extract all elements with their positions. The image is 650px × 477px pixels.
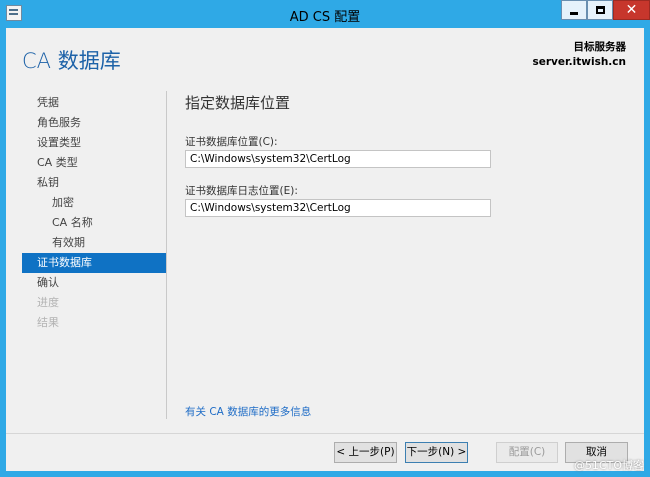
back-button[interactable]: < 上一步(P) (334, 442, 397, 463)
ad-cs-config-window: AD CS 配置 ✕ CA 数据库 目标服务器 server.itwish.cn… (0, 0, 650, 477)
log-location-input[interactable]: C:\Windows\system32\CertLog (185, 199, 491, 217)
minimize-button[interactable] (561, 0, 587, 20)
nav-item-ca-type[interactable]: CA 类型 (22, 153, 166, 173)
nav-item-setup-type[interactable]: 设置类型 (22, 133, 166, 153)
footer-divider (6, 433, 644, 434)
nav-divider (166, 91, 167, 419)
nav-item-certificate-database[interactable]: 证书数据库 (22, 253, 166, 273)
nav-item-credentials[interactable]: 凭据 (22, 93, 166, 113)
nav-item-progress: 进度 (37, 296, 59, 309)
maximize-icon (595, 6, 605, 14)
database-location-input[interactable]: C:\Windows\system32\CertLog (185, 150, 491, 168)
target-server-name: server.itwish.cn (532, 56, 626, 68)
nav-item-confirmation[interactable]: 确认 (22, 273, 166, 293)
page-title: CA 数据库 (22, 49, 121, 73)
more-info-link[interactable]: 有关 CA 数据库的更多信息 (185, 404, 311, 419)
nav-item-validity-period[interactable]: 有效期 (22, 233, 166, 253)
nav-item-role-services[interactable]: 角色服务 (22, 113, 166, 133)
nav-item-cryptography[interactable]: 加密 (22, 193, 166, 213)
close-icon: ✕ (625, 2, 638, 18)
watermark: @51CTO博客 (573, 459, 644, 472)
log-location-label: 证书数据库日志位置(E): (185, 185, 298, 197)
nav-item-private-key[interactable]: 私钥 (22, 173, 166, 193)
close-button[interactable]: ✕ (613, 0, 650, 20)
window-title: AD CS 配置 (289, 10, 361, 25)
configure-button: 配置(C) (496, 442, 558, 463)
database-location-label: 证书数据库位置(C): (185, 136, 278, 148)
maximize-button[interactable] (587, 0, 613, 20)
wizard-nav: 凭据 角色服务 设置类型 CA 类型 私钥 加密 CA 名称 有效期 证书数据库… (22, 93, 166, 333)
nav-item-ca-name[interactable]: CA 名称 (22, 213, 166, 233)
wizard-content: CA 数据库 目标服务器 server.itwish.cn 凭据 角色服务 设置… (6, 28, 644, 471)
section-title: 指定数据库位置 (185, 94, 291, 112)
target-server-label: 目标服务器 (573, 41, 627, 53)
nav-item-results: 结果 (37, 316, 59, 329)
title-bar[interactable]: AD CS 配置 ✕ (0, 0, 650, 28)
minimize-icon (570, 12, 578, 15)
next-button[interactable]: 下一步(N) > (405, 442, 468, 463)
